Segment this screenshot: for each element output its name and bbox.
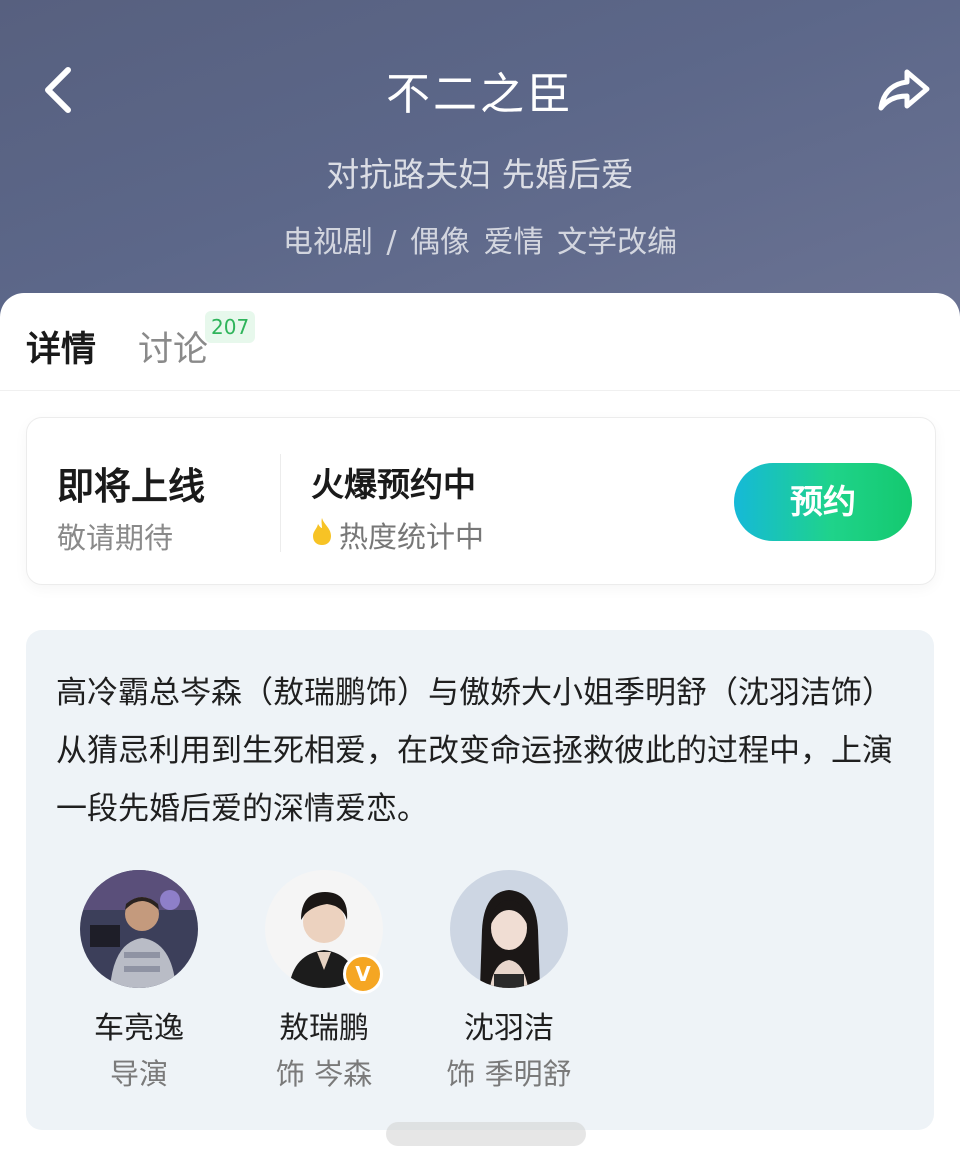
flame-icon	[313, 518, 331, 545]
cast-name: 车亮逸	[94, 1011, 184, 1046]
release-status-sub: 敬请期待	[57, 521, 174, 555]
page-title: 不二之臣	[386, 69, 574, 120]
reserve-button[interactable]: 预约	[734, 463, 912, 541]
content-sheet: 详情 讨论 207 即将上线 敬请期待 火爆预约中 热度统计中 预约 高冷霸总岑…	[0, 293, 960, 1157]
synopsis-text: 高冷霸总岑森（敖瑞鹏饰）与傲娇大小姐季明舒（沈羽洁饰）从猜忌利用到生死相爱，在改…	[56, 675, 893, 827]
cast-name: 敖瑞鹏	[279, 1011, 369, 1046]
intro-section: 高冷霸总岑森（敖瑞鹏饰）与傲娇大小姐季明舒（沈羽洁饰）从猜忌利用到生死相爱，在改…	[26, 630, 934, 1130]
avatar	[450, 870, 568, 988]
genre-line: 电视剧 / 偶像 爱情 文学改编	[282, 225, 678, 260]
discussion-count-badge: 207	[205, 311, 256, 343]
home-indicator[interactable]	[386, 1122, 586, 1146]
tab-bar: 详情 讨论 207	[0, 293, 960, 391]
cast-role: 饰 季明舒	[446, 1057, 572, 1091]
share-button[interactable]	[872, 62, 936, 118]
cast-role: 饰 岑森	[275, 1057, 373, 1091]
cast-name: 沈羽洁	[464, 1011, 554, 1046]
tab-discussion[interactable]: 讨论	[138, 321, 208, 372]
tagline: 对抗路夫妇 先婚后爱	[326, 155, 634, 194]
divider	[280, 454, 281, 552]
cast-role: 导演	[109, 1057, 168, 1091]
release-status-title: 即将上线	[57, 465, 205, 508]
avatar	[80, 870, 198, 988]
popularity-status: 热度统计中	[339, 520, 485, 554]
verified-badge-icon: V	[343, 954, 383, 994]
share-icon	[878, 69, 930, 111]
tab-details[interactable]: 详情	[26, 321, 96, 372]
header: 不二之臣 对抗路夫妇 先婚后爱 电视剧 / 偶像 爱情 文学改编	[0, 0, 960, 330]
release-status-card: 即将上线 敬请期待 火爆预约中 热度统计中 预约	[26, 417, 936, 585]
reservation-title: 火爆预约中	[311, 465, 476, 504]
